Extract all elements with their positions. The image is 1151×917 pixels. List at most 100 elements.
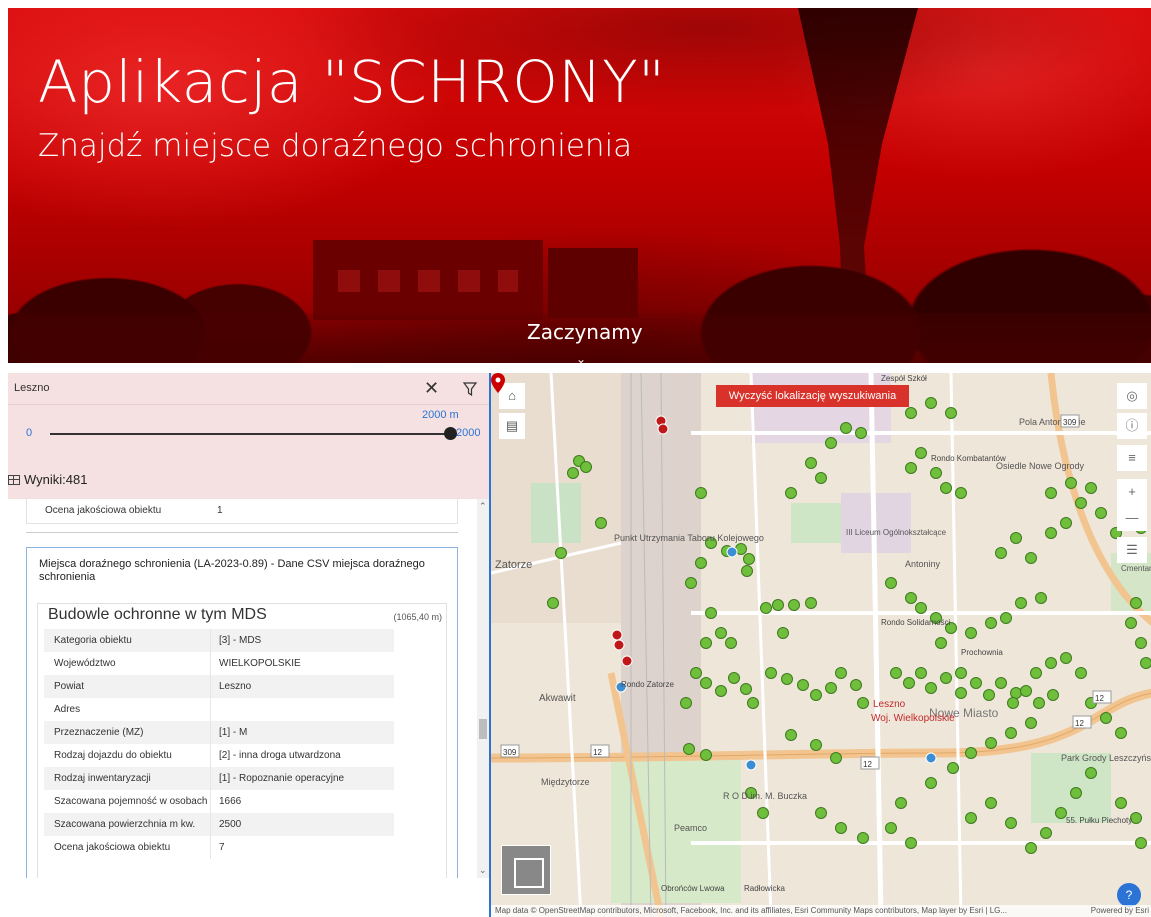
shelter-marker[interactable] — [810, 739, 822, 751]
other-marker[interactable] — [621, 655, 633, 667]
shelter-marker[interactable] — [925, 682, 937, 694]
shelter-marker[interactable] — [1075, 667, 1087, 679]
shelter-marker[interactable] — [915, 667, 927, 679]
shelter-marker[interactable] — [1125, 617, 1137, 629]
shelter-marker[interactable] — [1115, 727, 1127, 739]
shelter-marker[interactable] — [772, 599, 784, 611]
shelter-marker[interactable] — [595, 517, 607, 529]
shelter-marker[interactable] — [715, 685, 727, 697]
shelter-marker[interactable] — [805, 457, 817, 469]
shelter-marker[interactable] — [930, 467, 942, 479]
filter-icon[interactable] — [460, 376, 480, 400]
shelter-marker[interactable] — [705, 607, 717, 619]
shelter-marker[interactable] — [695, 487, 707, 499]
shelter-marker[interactable] — [700, 637, 712, 649]
transport-marker[interactable] — [925, 752, 937, 764]
powered-by[interactable]: Powered by Esri — [1091, 905, 1149, 917]
shelter-marker[interactable] — [765, 667, 777, 679]
results-list[interactable]: Ocena jakościowa obiektu 1 Miejsca doraź… — [8, 499, 489, 878]
shelter-marker[interactable] — [777, 627, 789, 639]
map-canvas[interactable]: Zatorze Akwawit Międzytorze Peamco Antoniny O… — [491, 373, 1151, 917]
scroll-up-icon[interactable]: ⌃ — [479, 501, 487, 512]
other-marker[interactable] — [657, 423, 669, 435]
shelter-marker[interactable] — [857, 697, 869, 709]
shelter-marker[interactable] — [935, 637, 947, 649]
shelter-marker[interactable] — [760, 602, 772, 614]
shelter-marker[interactable] — [1025, 717, 1037, 729]
shelter-marker[interactable] — [830, 752, 842, 764]
shelter-marker[interactable] — [1095, 507, 1107, 519]
shelter-marker[interactable] — [683, 743, 695, 755]
shelter-marker[interactable] — [985, 797, 997, 809]
shelter-marker[interactable] — [985, 737, 997, 749]
shelter-marker[interactable] — [940, 672, 952, 684]
shelter-marker[interactable] — [925, 777, 937, 789]
shelter-marker[interactable] — [965, 747, 977, 759]
overview-map[interactable] — [501, 845, 551, 895]
shelter-marker[interactable] — [1045, 657, 1057, 669]
shelter-marker[interactable] — [903, 677, 915, 689]
shelter-marker[interactable] — [690, 667, 702, 679]
previous-record[interactable]: Ocena jakościowa obiektu 1 — [26, 499, 458, 524]
chevron-down-icon[interactable]: ⌄ — [576, 352, 586, 363]
shelter-marker[interactable] — [885, 577, 897, 589]
shelter-marker[interactable] — [947, 762, 959, 774]
shelter-marker[interactable] — [785, 487, 797, 499]
shelter-marker[interactable] — [1085, 767, 1097, 779]
transport-marker[interactable] — [745, 759, 757, 771]
shelter-marker[interactable] — [915, 447, 927, 459]
shelter-marker[interactable] — [1030, 667, 1042, 679]
shelter-marker[interactable] — [1060, 652, 1072, 664]
shelter-marker[interactable] — [747, 697, 759, 709]
shelter-marker[interactable] — [885, 822, 897, 834]
shelter-marker[interactable] — [1033, 697, 1045, 709]
shelter-marker[interactable] — [835, 822, 847, 834]
shelter-marker[interactable] — [985, 617, 997, 629]
shelter-marker[interactable] — [1015, 597, 1027, 609]
start-button[interactable]: Zaczynamy — [527, 320, 643, 344]
shelter-marker[interactable] — [890, 667, 902, 679]
shelter-marker[interactable] — [815, 472, 827, 484]
shelter-marker[interactable] — [715, 627, 727, 639]
shelter-marker[interactable] — [1140, 657, 1151, 669]
layers-icon[interactable]: ☰ — [1117, 537, 1147, 563]
shelter-marker[interactable] — [995, 677, 1007, 689]
shelter-marker[interactable] — [940, 482, 952, 494]
shelter-marker[interactable] — [740, 683, 752, 695]
location-pin-icon[interactable] — [491, 373, 505, 393]
shelter-marker[interactable] — [797, 679, 809, 691]
shelter-marker[interactable] — [700, 677, 712, 689]
shelter-marker[interactable] — [1115, 797, 1127, 809]
zoom-out-icon[interactable]: — — [1117, 505, 1147, 531]
shelter-marker[interactable] — [1020, 685, 1032, 697]
shelter-marker[interactable] — [1075, 497, 1087, 509]
shelter-marker[interactable] — [1055, 807, 1067, 819]
shelter-marker[interactable] — [1047, 689, 1059, 701]
search-input[interactable]: Leszno — [14, 382, 49, 394]
shelter-marker[interactable] — [815, 807, 827, 819]
shelter-marker[interactable] — [905, 837, 917, 849]
shelter-marker[interactable] — [757, 807, 769, 819]
shelter-marker[interactable] — [785, 729, 797, 741]
shelter-marker[interactable] — [983, 689, 995, 701]
shelter-marker[interactable] — [685, 577, 697, 589]
measure-icon[interactable]: ▤ — [499, 413, 525, 439]
shelter-marker[interactable] — [905, 407, 917, 419]
scroll-down-icon[interactable]: ⌄ — [479, 865, 487, 876]
shelter-marker[interactable] — [1025, 842, 1037, 854]
shelter-marker[interactable] — [955, 687, 967, 699]
shelter-marker[interactable] — [945, 407, 957, 419]
shelter-marker[interactable] — [915, 602, 927, 614]
shelter-marker[interactable] — [547, 597, 559, 609]
shelter-marker[interactable] — [1070, 787, 1082, 799]
shelter-marker[interactable] — [1025, 552, 1037, 564]
info-icon[interactable]: ⓘ — [1117, 413, 1147, 439]
shelter-marker[interactable] — [700, 749, 712, 761]
shelter-marker[interactable] — [850, 679, 862, 691]
shelter-marker[interactable] — [1085, 482, 1097, 494]
zoom-in-icon[interactable]: + — [1117, 479, 1147, 505]
shelter-marker[interactable] — [725, 637, 737, 649]
list-icon[interactable]: ≡ — [1117, 445, 1147, 471]
shelter-marker[interactable] — [1045, 527, 1057, 539]
locate-icon[interactable]: ◎ — [1117, 383, 1147, 409]
